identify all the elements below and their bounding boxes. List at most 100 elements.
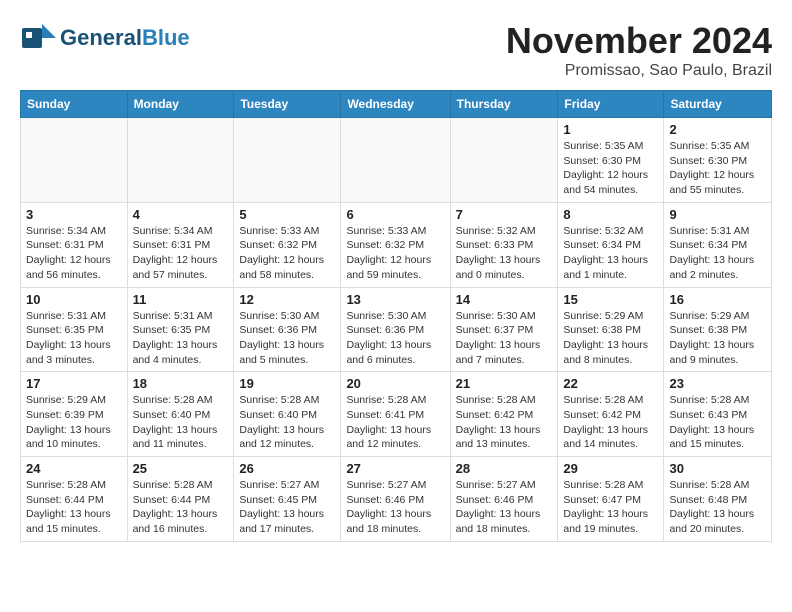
day-number: 15	[563, 292, 658, 307]
day-number: 27	[346, 461, 444, 476]
day-number: 8	[563, 207, 658, 222]
day-info: Sunrise: 5:28 AMSunset: 6:41 PMDaylight:…	[346, 393, 444, 452]
day-number: 3	[26, 207, 122, 222]
day-info: Sunrise: 5:30 AMSunset: 6:36 PMDaylight:…	[239, 309, 335, 368]
calendar-cell: 17 Sunrise: 5:29 AMSunset: 6:39 PMDayligh…	[21, 372, 128, 457]
day-number: 7	[456, 207, 553, 222]
calendar-cell: 5 Sunrise: 5:33 AMSunset: 6:32 PMDaylight…	[234, 202, 341, 287]
calendar-cell: 10 Sunrise: 5:31 AMSunset: 6:35 PMDayligh…	[21, 287, 128, 372]
logo-icon	[20, 20, 56, 56]
day-info: Sunrise: 5:28 AMSunset: 6:42 PMDaylight:…	[563, 393, 658, 452]
calendar-cell: 25 Sunrise: 5:28 AMSunset: 6:44 PMDayligh…	[127, 457, 234, 542]
day-info: Sunrise: 5:32 AMSunset: 6:34 PMDaylight:…	[563, 224, 658, 283]
day-info: Sunrise: 5:29 AMSunset: 6:39 PMDaylight:…	[26, 393, 122, 452]
day-info: Sunrise: 5:29 AMSunset: 6:38 PMDaylight:…	[563, 309, 658, 368]
calendar-cell: 3 Sunrise: 5:34 AMSunset: 6:31 PMDaylight…	[21, 202, 128, 287]
day-number: 6	[346, 207, 444, 222]
day-info: Sunrise: 5:27 AMSunset: 6:46 PMDaylight:…	[346, 478, 444, 537]
day-info: Sunrise: 5:28 AMSunset: 6:42 PMDaylight:…	[456, 393, 553, 452]
day-info: Sunrise: 5:28 AMSunset: 6:40 PMDaylight:…	[133, 393, 229, 452]
page-header: GeneralBlue November 2024 Promissao, Sao…	[20, 20, 772, 80]
day-info: Sunrise: 5:30 AMSunset: 6:36 PMDaylight:…	[346, 309, 444, 368]
day-number: 4	[133, 207, 229, 222]
day-number: 18	[133, 376, 229, 391]
day-info: Sunrise: 5:35 AMSunset: 6:30 PMDaylight:…	[563, 139, 658, 198]
logo-general: General	[60, 25, 142, 50]
day-number: 2	[669, 122, 766, 137]
calendar-cell: 8 Sunrise: 5:32 AMSunset: 6:34 PMDaylight…	[558, 202, 664, 287]
calendar-cell: 13 Sunrise: 5:30 AMSunset: 6:36 PMDayligh…	[341, 287, 450, 372]
calendar-cell	[21, 118, 128, 203]
day-info: Sunrise: 5:28 AMSunset: 6:44 PMDaylight:…	[133, 478, 229, 537]
day-number: 23	[669, 376, 766, 391]
day-info: Sunrise: 5:28 AMSunset: 6:47 PMDaylight:…	[563, 478, 658, 537]
calendar-week-1: 1Sunrise: 5:35 AMSunset: 6:30 PMDaylight…	[21, 118, 772, 203]
day-number: 11	[133, 292, 229, 307]
calendar-cell: 9Sunrise: 5:31 AMSunset: 6:34 PMDaylight…	[664, 202, 772, 287]
calendar-cell: 21 Sunrise: 5:28 AMSunset: 6:42 PMDayligh…	[450, 372, 558, 457]
calendar-cell: 20Sunrise: 5:28 AMSunset: 6:41 PMDayligh…	[341, 372, 450, 457]
day-info: Sunrise: 5:29 AMSunset: 6:38 PMDaylight:…	[669, 309, 766, 368]
calendar-header-row: SundayMondayTuesdayWednesdayThursdayFrid…	[21, 91, 772, 118]
day-number: 25	[133, 461, 229, 476]
calendar-cell: 27 Sunrise: 5:27 AMSunset: 6:46 PMDayligh…	[341, 457, 450, 542]
location: Promissao, Sao Paulo, Brazil	[506, 62, 772, 80]
calendar-week-3: 10 Sunrise: 5:31 AMSunset: 6:35 PMDayligh…	[21, 287, 772, 372]
calendar-header-friday: Friday	[558, 91, 664, 118]
calendar-cell: 18 Sunrise: 5:28 AMSunset: 6:40 PMDayligh…	[127, 372, 234, 457]
day-info: Sunrise: 5:33 AMSunset: 6:32 PMDaylight:…	[346, 224, 444, 283]
day-number: 28	[456, 461, 553, 476]
calendar-header-saturday: Saturday	[664, 91, 772, 118]
day-info: Sunrise: 5:34 AMSunset: 6:31 PMDaylight:…	[26, 224, 122, 283]
day-number: 12	[239, 292, 335, 307]
month-title: November 2024	[506, 20, 772, 62]
title-section: November 2024 Promissao, Sao Paulo, Braz…	[506, 20, 772, 80]
calendar-cell: 29 Sunrise: 5:28 AMSunset: 6:47 PMDayligh…	[558, 457, 664, 542]
day-info: Sunrise: 5:28 AMSunset: 6:44 PMDaylight:…	[26, 478, 122, 537]
day-number: 19	[239, 376, 335, 391]
day-info: Sunrise: 5:31 AMSunset: 6:35 PMDaylight:…	[26, 309, 122, 368]
day-number: 9	[669, 207, 766, 222]
day-info: Sunrise: 5:27 AMSunset: 6:45 PMDaylight:…	[239, 478, 335, 537]
day-info: Sunrise: 5:28 AMSunset: 6:40 PMDaylight:…	[239, 393, 335, 452]
calendar-week-5: 24 Sunrise: 5:28 AMSunset: 6:44 PMDayligh…	[21, 457, 772, 542]
calendar-cell: 12 Sunrise: 5:30 AMSunset: 6:36 PMDayligh…	[234, 287, 341, 372]
calendar-cell: 11 Sunrise: 5:31 AMSunset: 6:35 PMDayligh…	[127, 287, 234, 372]
day-number: 29	[563, 461, 658, 476]
day-info: Sunrise: 5:28 AMSunset: 6:43 PMDaylight:…	[669, 393, 766, 452]
calendar-cell: 7Sunrise: 5:32 AMSunset: 6:33 PMDaylight…	[450, 202, 558, 287]
calendar-cell: 19 Sunrise: 5:28 AMSunset: 6:40 PMDayligh…	[234, 372, 341, 457]
calendar-cell: 30 Sunrise: 5:28 AMSunset: 6:48 PMDayligh…	[664, 457, 772, 542]
day-number: 14	[456, 292, 553, 307]
day-number: 16	[669, 292, 766, 307]
calendar-week-2: 3 Sunrise: 5:34 AMSunset: 6:31 PMDaylight…	[21, 202, 772, 287]
calendar-table: SundayMondayTuesdayWednesdayThursdayFrid…	[20, 90, 772, 542]
day-info: Sunrise: 5:31 AMSunset: 6:35 PMDaylight:…	[133, 309, 229, 368]
day-info: Sunrise: 5:33 AMSunset: 6:32 PMDaylight:…	[239, 224, 335, 283]
calendar-cell: 23 Sunrise: 5:28 AMSunset: 6:43 PMDayligh…	[664, 372, 772, 457]
day-number: 13	[346, 292, 444, 307]
calendar-cell: 24 Sunrise: 5:28 AMSunset: 6:44 PMDayligh…	[21, 457, 128, 542]
calendar-cell: 28Sunrise: 5:27 AMSunset: 6:46 PMDayligh…	[450, 457, 558, 542]
logo: GeneralBlue	[20, 20, 190, 56]
day-number: 17	[26, 376, 122, 391]
calendar-cell	[450, 118, 558, 203]
calendar-header-wednesday: Wednesday	[341, 91, 450, 118]
day-info: Sunrise: 5:28 AMSunset: 6:48 PMDaylight:…	[669, 478, 766, 537]
day-number: 10	[26, 292, 122, 307]
day-number: 30	[669, 461, 766, 476]
logo-blue: Blue	[142, 25, 190, 50]
day-info: Sunrise: 5:30 AMSunset: 6:37 PMDaylight:…	[456, 309, 553, 368]
calendar-cell: 1Sunrise: 5:35 AMSunset: 6:30 PMDaylight…	[558, 118, 664, 203]
day-number: 21	[456, 376, 553, 391]
day-number: 26	[239, 461, 335, 476]
day-info: Sunrise: 5:35 AMSunset: 6:30 PMDaylight:…	[669, 139, 766, 198]
calendar-cell: 4 Sunrise: 5:34 AMSunset: 6:31 PMDaylight…	[127, 202, 234, 287]
day-number: 5	[239, 207, 335, 222]
calendar-cell	[341, 118, 450, 203]
day-number: 24	[26, 461, 122, 476]
day-number: 22	[563, 376, 658, 391]
calendar-cell: 16 Sunrise: 5:29 AMSunset: 6:38 PMDayligh…	[664, 287, 772, 372]
calendar-cell	[127, 118, 234, 203]
day-info: Sunrise: 5:34 AMSunset: 6:31 PMDaylight:…	[133, 224, 229, 283]
